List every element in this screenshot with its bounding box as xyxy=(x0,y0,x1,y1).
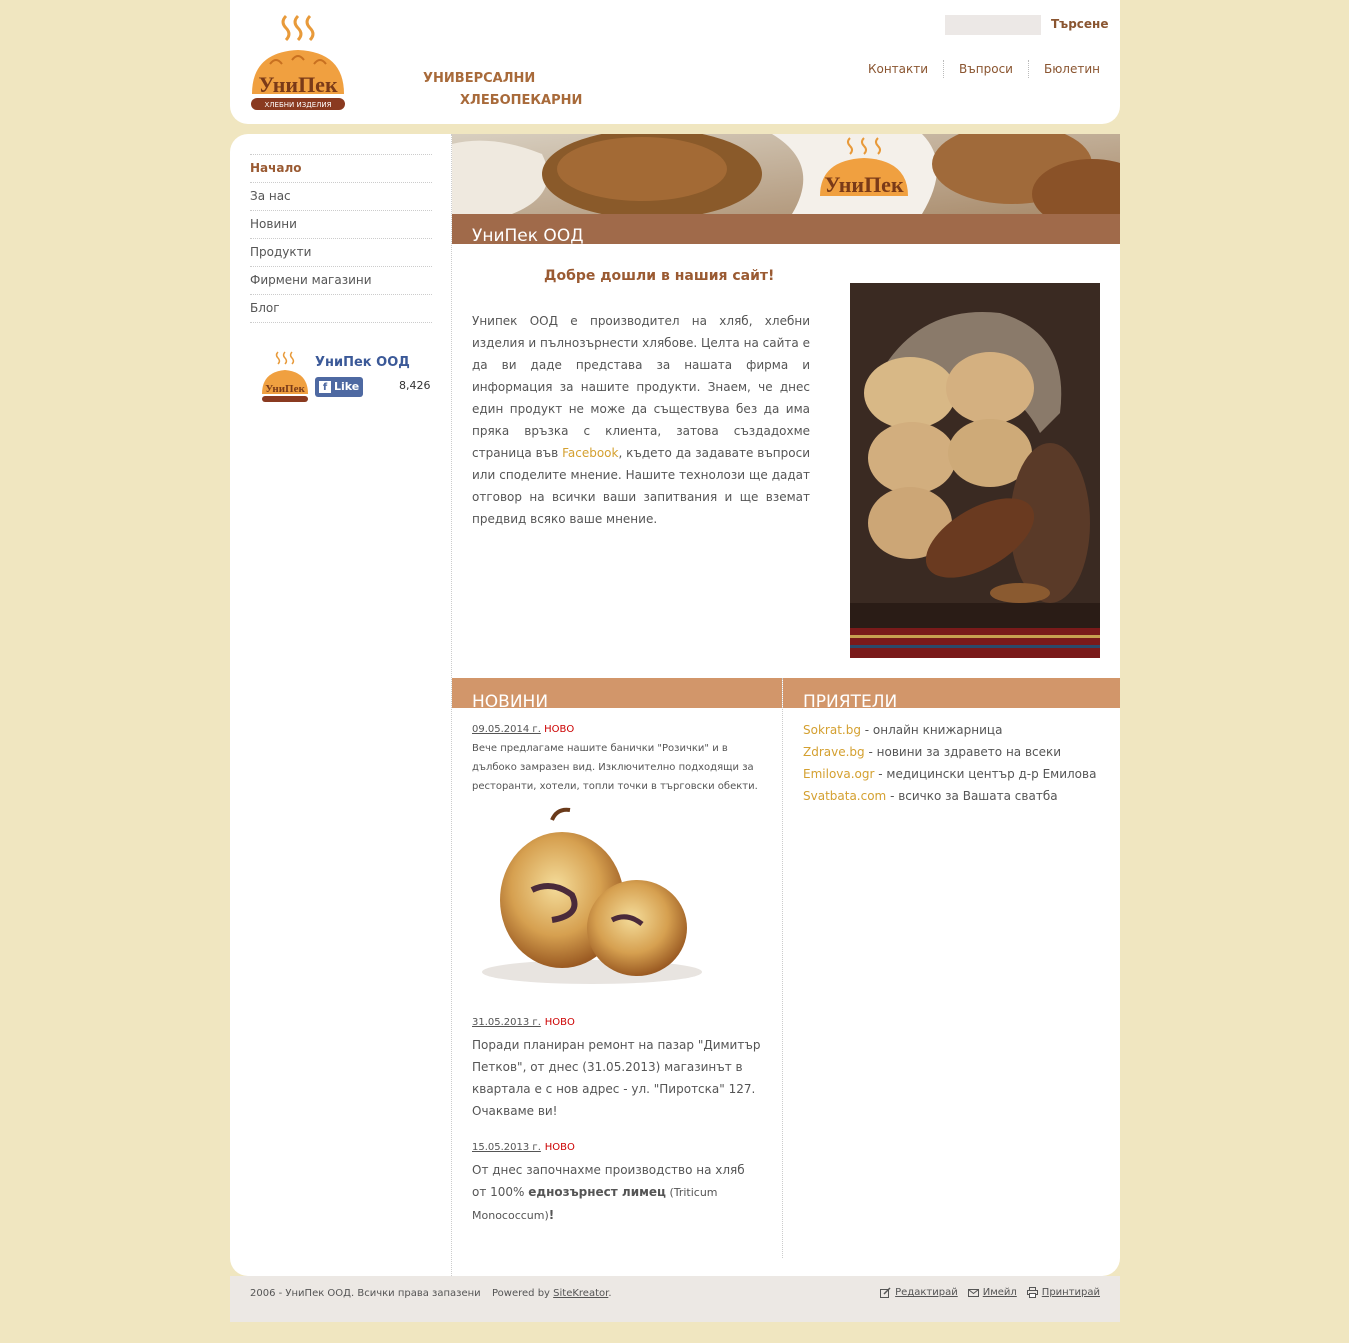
facebook-like-button[interactable]: f Like xyxy=(315,377,363,397)
pastry-photo xyxy=(472,800,722,990)
edit-icon xyxy=(880,1287,891,1298)
unipek-logo[interactable]: УниПек ХЛЕБНИ ИЗДЕЛИЯ xyxy=(248,14,348,114)
search-button[interactable]: Търсене xyxy=(1051,17,1108,31)
facebook-icon: f xyxy=(319,381,331,393)
bread-photo xyxy=(850,283,1100,658)
svg-text:УниПек: УниПек xyxy=(265,383,305,395)
sidebar-item-blog[interactable]: Блог xyxy=(250,295,432,323)
friend-item: Zdrave.bg - новини за здравето на всеки xyxy=(803,745,1062,759)
news-text: Вече предлагаме нашите банички "Розички"… xyxy=(472,743,758,792)
like-count: 8,426 xyxy=(399,379,431,392)
nav-contacts[interactable]: Контакти xyxy=(853,60,943,78)
print-link[interactable]: Принтирай xyxy=(1026,1287,1100,1298)
facebook-page-avatar[interactable]: УниПек xyxy=(260,350,310,404)
news-item: 31.05.2013 г. НОВО Поради планиран ремон… xyxy=(472,1010,762,1122)
printer-icon xyxy=(1026,1287,1038,1298)
like-label: Like xyxy=(334,380,360,393)
news-date[interactable]: 31.05.2013 г. xyxy=(472,1017,541,1028)
friend-item: Svatbata.com - всичко за Вашата сватба xyxy=(803,789,1058,803)
friend-item: Emilova.ogr - медицински център д-р Емил… xyxy=(803,767,1097,781)
facebook-link[interactable]: Facebook xyxy=(562,446,618,460)
tagline: УНИВЕРСАЛНИ ХЛЕБОПЕКАРНИ xyxy=(423,68,582,112)
tagline-line2: ХЛЕБОПЕКАРНИ xyxy=(460,93,583,108)
sidebar-item-products[interactable]: Продукти xyxy=(250,239,432,267)
sitekreator-link[interactable]: SiteKreator xyxy=(553,1288,608,1299)
friends-list: Sokrat.bg - онлайн книжарница Zdrave.bg … xyxy=(803,719,1103,807)
sidebar-item-news[interactable]: Новини xyxy=(250,211,432,239)
site-footer: 2006 - УниПек ООД. Всички права запазени… xyxy=(230,1276,1120,1322)
news-item: 09.05.2014 г. НОВО Вече предлагаме нашит… xyxy=(472,720,762,796)
powered-by: Powered by SiteKreator. xyxy=(492,1288,612,1299)
sidebar-item-home[interactable]: Начало xyxy=(250,155,432,183)
envelope-icon xyxy=(967,1289,979,1297)
news-badge: НОВО xyxy=(544,724,575,735)
tagline-line1: УНИВЕРСАЛНИ xyxy=(423,71,536,86)
sidebar-menu: Начало За нас Новини Продукти Фирмени ма… xyxy=(250,154,432,323)
welcome-heading: Добре дошли в нашия сайт! xyxy=(544,268,775,284)
news-item: 15.05.2013 г. НОВО От днес започнахме пр… xyxy=(472,1135,762,1227)
news-section-header: НОВИНИ xyxy=(452,678,782,712)
news-text: От днес започнахме производство на хляб … xyxy=(472,1163,745,1222)
site-header: УниПек ХЛЕБНИ ИЗДЕЛИЯ УНИВЕРСАЛНИ ХЛЕБОП… xyxy=(230,0,1120,124)
nav-questions[interactable]: Въпроси xyxy=(943,60,1028,78)
friend-link-emilova[interactable]: Emilova.ogr xyxy=(803,767,874,781)
news-title: НОВИНИ xyxy=(472,692,549,712)
svg-text:ХЛЕБНИ ИЗДЕЛИЯ: ХЛЕБНИ ИЗДЕЛИЯ xyxy=(265,101,332,109)
facebook-like-box: УниПек УниПек ООД f Like 8,426 xyxy=(260,350,431,410)
friends-title: ПРИЯТЕЛИ xyxy=(803,692,898,712)
friend-item: Sokrat.bg - онлайн книжарница xyxy=(803,723,1003,737)
email-link[interactable]: Имейл xyxy=(967,1287,1017,1298)
page-title-bar: УниПек ООД xyxy=(452,214,1120,246)
top-navigation: Контакти Въпроси Бюлетин xyxy=(853,60,1100,78)
friend-link-zdrave[interactable]: Zdrave.bg xyxy=(803,745,865,759)
footer-actions: Редактирай Имейл Принтирай xyxy=(870,1287,1100,1298)
news-badge: НОВО xyxy=(544,1017,575,1028)
friend-link-svatbata[interactable]: Svatbata.com xyxy=(803,789,886,803)
news-date[interactable]: 09.05.2014 г. xyxy=(472,724,541,735)
intro-text: Унипек ООД е производител на хляб, хлебн… xyxy=(472,314,810,526)
news-text: Поради планиран ремонт на пазар "Димитър… xyxy=(472,1038,761,1118)
svg-text:УниПек: УниПек xyxy=(824,172,904,197)
friend-link-sokrat[interactable]: Sokrat.bg xyxy=(803,723,861,737)
page-title: УниПек ООД xyxy=(472,226,584,246)
facebook-page-name[interactable]: УниПек ООД xyxy=(315,355,410,370)
friends-section-header: ПРИЯТЕЛИ xyxy=(783,678,1120,712)
news-badge: НОВО xyxy=(544,1142,575,1153)
edit-link[interactable]: Редактирай xyxy=(880,1287,958,1298)
section-divider xyxy=(782,678,784,1258)
banner-image: УниПек xyxy=(452,134,1120,214)
news-date[interactable]: 15.05.2013 г. xyxy=(472,1142,541,1153)
sidebar-item-stores[interactable]: Фирмени магазини xyxy=(250,267,432,295)
sidebar-item-about[interactable]: За нас xyxy=(250,183,432,211)
nav-newsletter[interactable]: Бюлетин xyxy=(1027,60,1100,78)
copyright: 2006 - УниПек ООД. Всички права запазени xyxy=(250,1288,481,1299)
search-input[interactable] xyxy=(945,15,1041,35)
svg-text:УниПек: УниПек xyxy=(258,72,338,97)
